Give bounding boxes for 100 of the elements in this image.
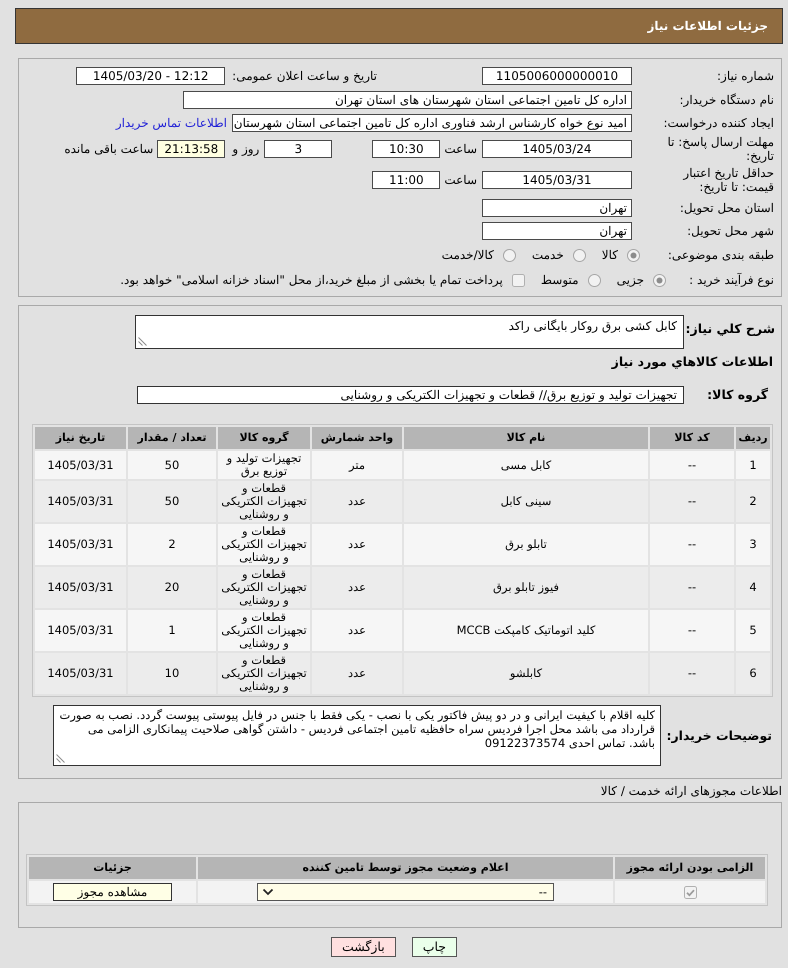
city-field[interactable]: تهران [482, 222, 632, 240]
table-cell: قطعات و تجهیزات الکتریکی و روشنایی [218, 524, 310, 565]
table-cell: 2 [736, 481, 770, 522]
column-header: تاریخ نیاز [35, 427, 126, 449]
time-label: ساعت [444, 172, 477, 188]
resize-grip-icon [138, 337, 147, 346]
table-cell: -- [650, 451, 734, 479]
table-cell: کابلشو [404, 653, 648, 694]
table-cell: 1 [128, 610, 216, 651]
field-label: توضیحات خریدار: [665, 728, 773, 744]
buyer-organization-field[interactable]: اداره کل تامین اجتماعی استان شهرستان های استان تهران [183, 91, 632, 109]
province-field[interactable]: تهران [482, 199, 632, 217]
resize-grip-icon [56, 754, 65, 763]
field-label: شماره نیاز: [716, 68, 775, 84]
need-summary-field[interactable]: کابل کشی برق روکار بایگانی راکد [135, 315, 684, 349]
column-header: الزامی بودن ارائه مجوز [615, 857, 765, 879]
table-cell: 50 [128, 451, 216, 479]
column-header: گروه کالا [218, 427, 310, 449]
process-radio[interactable]: جزیی [616, 272, 666, 288]
category-radio[interactable]: کالا/خدمت [442, 248, 516, 262]
table-cell: تابلو برق [404, 524, 648, 565]
table-cell: متر [312, 451, 402, 479]
table-cell: کلید اتوماتیک کامپکت MCCB [404, 610, 648, 651]
table-cell: قطعات و تجهیزات الکتریکی و روشنایی [218, 610, 310, 651]
section-heading: اطلاعات كالاهاي مورد نياز [610, 354, 774, 369]
column-header: اعلام وضعیت مجوز توسط تامین کننده [198, 857, 613, 879]
page-title: جزئیات اطلاعات نیاز [647, 18, 768, 34]
table-cell: 1405/03/31 [35, 653, 126, 694]
table-cell: قطعات و تجهیزات الکتریکی و روشنایی [218, 567, 310, 608]
table-cell: -- [650, 653, 734, 694]
need-number-field[interactable]: 1105006000000010 [482, 67, 632, 85]
table-cell: 6 [736, 653, 770, 694]
table-cell: 1405/03/31 [35, 567, 126, 608]
table-cell: عدد [312, 610, 402, 651]
table-cell: قطعات و تجهیزات الکتریکی و روشنایی [218, 653, 310, 694]
print-button[interactable]: چاپ [412, 937, 458, 957]
field-label: نوع فرآیند خرید : [688, 272, 775, 288]
announcement-date-field[interactable]: 1405/03/20 - 12:12 [76, 67, 226, 85]
field-label: گروه کالا: [706, 387, 769, 403]
table-cell: تجهیزات تولید و توزیع برق [218, 451, 310, 479]
column-header: واحد شمارش [312, 427, 402, 449]
price-time-field[interactable]: 11:00 [372, 171, 440, 189]
status-select[interactable]: -- [257, 883, 554, 901]
column-header: جزئیات [29, 857, 196, 879]
chevron-icon [262, 888, 274, 896]
table-cell: فیوز تابلو برق [404, 567, 648, 608]
table-cell: -- [650, 610, 734, 651]
table-cell: 3 [736, 524, 770, 565]
deadline-date-field[interactable]: 1405/03/24 [482, 140, 632, 158]
field-label: حداقل تاریخ اعتبار قیمت: تا تاریخ: [682, 166, 775, 194]
price-date-field[interactable]: 1405/03/31 [482, 171, 632, 189]
buyer-notes-field[interactable]: کلیه اقلام با کیفیت ایرانی و در دو پیش فاکتور یکی با نصب - یکی فقط با جنس در فایل پیوستی پیوست گردد. نصب به صورت قرارداد می باشد محل اجرا فردیس سراه حافظیه تامین اجتماعی فردیس - داشتن گواهی صلاحیت پیمانکاری الزامی می باشد. تماس احدی 09122373574 [53, 705, 661, 766]
category-radio[interactable]: کالا [602, 248, 640, 262]
requester-field[interactable]: امید نوع خواه کارشناس ارشد فناوری اداره کل تامین اجتماعی استان شهرستان [232, 114, 632, 132]
section-heading: اطلاعات مجوزهای ارائه خدمت / کالا [600, 784, 783, 799]
column-header: کد کالا [650, 427, 734, 449]
remaining-label: ساعت باقی مانده [64, 142, 154, 156]
table-cell: 50 [128, 481, 216, 522]
time-label: ساعت [444, 142, 477, 156]
table-cell: 1 [736, 451, 770, 479]
field-label: استان محل تحویل: [678, 200, 775, 216]
treasury-payment-checkbox[interactable]: پرداخت تمام یا بخشی از مبلغ خرید،از محل "اسناد خزانه اسلامی" خواهد بود. [120, 272, 525, 288]
table-cell: 1405/03/31 [35, 610, 126, 651]
remaining-time-field[interactable]: 21:13:58 [157, 140, 226, 158]
table-cell: عدد [312, 653, 402, 694]
table-cell: 1405/03/31 [35, 524, 126, 565]
field-label: نام دستگاه خریدار: [678, 92, 775, 108]
table-cell: 1405/03/31 [35, 451, 126, 479]
field-label: مهلت ارسال پاسخ: تا تاریخ: [666, 134, 775, 164]
view-license-button[interactable]: مشاهده مجوز [53, 883, 172, 901]
buyer-contact-link[interactable]: اطلاعات تماس خریدار [116, 116, 227, 130]
goods-group-field[interactable]: تجهیزات تولید و توزیع برق// قطعات و تجهیزات الکتریکی و روشنایی [137, 386, 684, 404]
field-label: شرح كلي نياز: [684, 320, 776, 337]
table-cell: عدد [312, 524, 402, 565]
table-cell: 4 [736, 567, 770, 608]
column-header: تعداد / مقدار [128, 427, 216, 449]
table-cell: سینی کابل [404, 481, 648, 522]
table-cell: عدد [312, 481, 402, 522]
table-cell: 5 [736, 610, 770, 651]
field-label: ایجاد کننده درخواست: [662, 116, 775, 130]
table-cell: -- [650, 524, 734, 565]
back-button[interactable]: بازگشت [331, 937, 396, 957]
table-cell: 20 [128, 567, 216, 608]
days-field[interactable]: 3 [264, 140, 332, 158]
column-header: نام کالا [404, 427, 648, 449]
table-cell: کابل مسی [404, 451, 648, 479]
days-label: روز و [232, 142, 260, 156]
field-label: طبقه بندی موضوعی: [666, 248, 775, 262]
table-cell: -- [650, 481, 734, 522]
table-cell: 2 [128, 524, 216, 565]
column-header: ردیف [736, 427, 770, 449]
table-cell: قطعات و تجهیزات الکتریکی و روشنایی [218, 481, 310, 522]
deadline-time-field[interactable]: 10:30 [372, 140, 440, 158]
category-radio[interactable]: خدمت [532, 248, 586, 262]
field-label: تاریخ و ساعت اعلان عمومی: [232, 68, 377, 84]
table-cell: 10 [128, 653, 216, 694]
table-cell: -- [650, 567, 734, 608]
process-radio[interactable]: متوسط [540, 272, 601, 288]
field-label: شهر محل تحویل: [686, 224, 775, 238]
table-cell: عدد [312, 567, 402, 608]
